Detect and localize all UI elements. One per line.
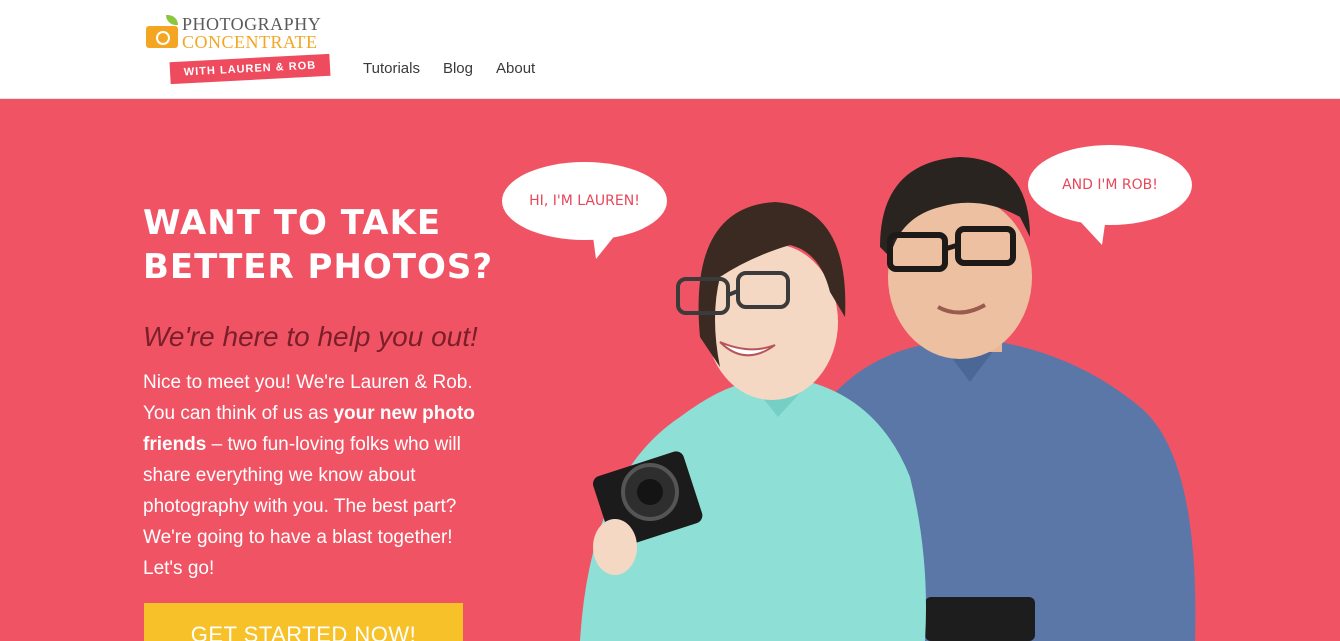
logo-ribbon: WITH LAUREN & ROB (169, 53, 331, 85)
site-logo[interactable]: PHOTOGRAPHY CONCENTRATE WITH LAUREN & RO… (144, 12, 334, 88)
hero-intro: Nice to meet you! We're Lauren & Rob. Yo… (143, 367, 488, 584)
main-nav: Tutorials Blog About (363, 60, 535, 77)
hero-headline: WANT TO TAKE BETTER PHOTOS? (143, 201, 503, 289)
get-started-button[interactable]: GET STARTED NOW! (144, 603, 463, 641)
camera-icon (146, 26, 178, 48)
nav-blog[interactable]: Blog (443, 60, 473, 77)
hero-section: WANT TO TAKE BETTER PHOTOS? We're here t… (0, 99, 1340, 641)
rob-speech-bubble: AND I'M ROB! (1028, 145, 1192, 225)
logo-text-line2: CONCENTRATE (182, 32, 318, 52)
headline-line2: BETTER PHOTOS? (143, 247, 494, 287)
lauren-bubble-tail (592, 229, 620, 259)
leaf-icon (166, 15, 178, 25)
nav-about[interactable]: About (496, 60, 535, 77)
rob-bubble-tail (1076, 217, 1106, 245)
nav-tutorials[interactable]: Tutorials (363, 60, 420, 77)
intro-text-end: – two fun-loving folks who will share ev… (143, 434, 461, 579)
hero-tagline: We're here to help you out! (143, 321, 478, 352)
headline-line1: WANT TO TAKE (143, 203, 442, 243)
site-header: PHOTOGRAPHY CONCENTRATE WITH LAUREN & RO… (0, 0, 1340, 99)
lauren-speech-bubble: HI, I'M LAUREN! (502, 162, 667, 240)
